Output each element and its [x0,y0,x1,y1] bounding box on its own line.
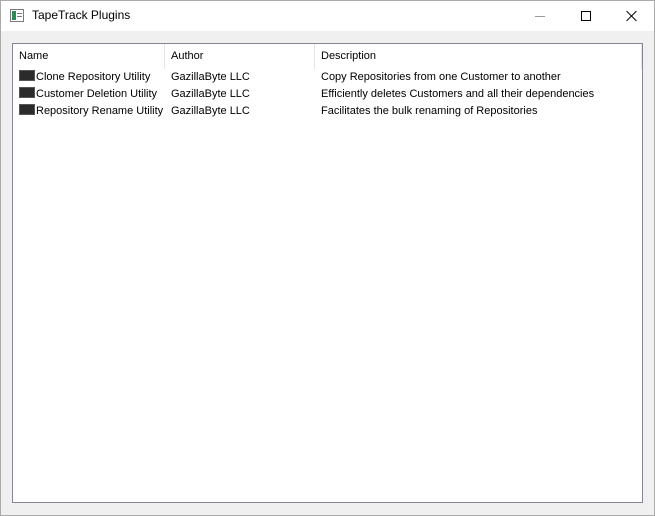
list-item[interactable]: Customer Deletion Utility GazillaByte LL… [13,86,642,103]
column-header-name[interactable]: Name [13,44,165,69]
app-window-icon [10,9,24,22]
plugin-description: Copy Repositories from one Customer to a… [321,71,561,83]
plugin-description: Facilitates the bulk renaming of Reposit… [321,105,538,117]
plugins-list[interactable]: Name Author Description Clone Repository… [12,43,643,503]
plugin-author: GazillaByte LLC [171,88,250,100]
list-header: Name Author Description [13,44,642,69]
minimize-icon [535,16,545,17]
maximize-button[interactable] [563,1,609,31]
window-title: TapeTrack Plugins [32,8,131,22]
maximize-icon [581,11,591,21]
close-icon [626,10,638,22]
minimize-button[interactable] [517,1,563,31]
title-bar[interactable]: TapeTrack Plugins [1,1,654,31]
plugin-icon [19,104,35,115]
plugin-icon [19,70,35,81]
plugin-name: Customer Deletion Utility [36,88,158,100]
plugin-author: GazillaByte LLC [171,71,250,83]
plugin-author: GazillaByte LLC [171,105,250,117]
plugin-icon [19,87,35,98]
list-item[interactable]: Repository Rename Utility GazillaByte LL… [13,103,642,120]
plugins-window: TapeTrack Plugins Name Author Descriptio… [0,0,655,516]
close-button[interactable] [609,1,655,31]
plugin-name: Repository Rename Utility [36,105,164,117]
plugin-name: Clone Repository Utility [36,71,151,83]
column-header-author[interactable]: Author [165,44,315,69]
column-header-description[interactable]: Description [315,44,642,69]
plugin-description: Efficiently deletes Customers and all th… [321,88,595,100]
list-item[interactable]: Clone Repository Utility GazillaByte LLC… [13,69,642,86]
